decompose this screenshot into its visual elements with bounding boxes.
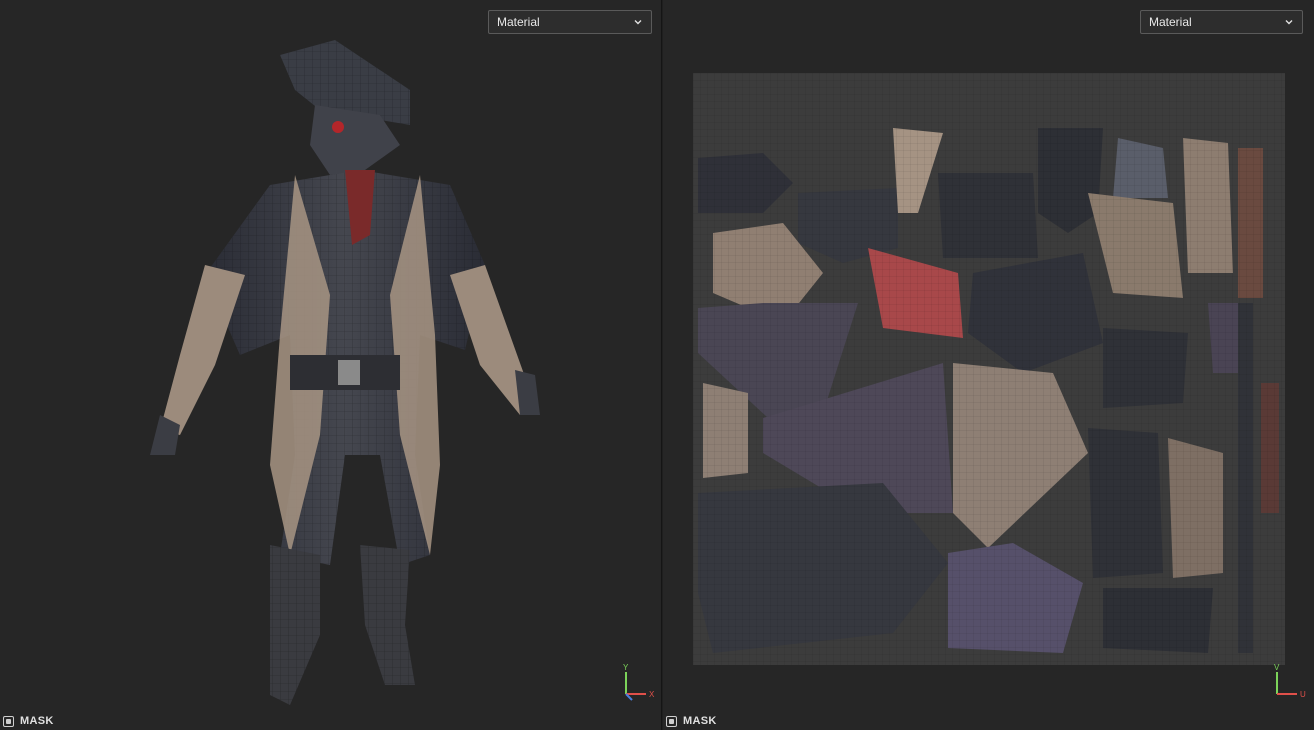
mask-label: MASK	[683, 715, 717, 727]
mask-checkbox[interactable]	[666, 715, 677, 727]
axis-gizmo-uv: V U	[1274, 663, 1306, 699]
viewport-2d-mode-label: Material	[1149, 15, 1192, 29]
character-model[interactable]	[120, 35, 560, 715]
model-legs	[270, 545, 415, 705]
chevron-down-icon	[634, 20, 642, 25]
axis-x-label: X	[649, 690, 655, 699]
axis-v-label: V	[1274, 663, 1280, 672]
viewport-2d-uv[interactable]: Material V U MASK	[663, 0, 1314, 730]
mask-checkbox[interactable]	[3, 715, 14, 727]
viewport-2d-mode-dropdown[interactable]: Material	[1140, 10, 1303, 34]
viewport-3d-mask-toggle[interactable]: MASK	[3, 715, 54, 727]
mask-label: MASK	[20, 715, 54, 727]
viewport-3d-mode-dropdown[interactable]: Material	[488, 10, 652, 34]
viewport-3d-mode-label: Material	[497, 15, 540, 29]
axis-y-label: Y	[623, 663, 629, 672]
texture-painter-app: Material Y X MASK Material V U MASK	[0, 0, 1314, 730]
model-coat	[205, 170, 485, 565]
viewport-3d[interactable]: Material Y X MASK	[0, 0, 662, 730]
uv-texture-sheet[interactable]	[693, 73, 1285, 665]
axis-gizmo-3d: Y X	[623, 663, 655, 701]
chevron-down-icon	[1285, 20, 1293, 25]
viewport-2d-mask-toggle[interactable]: MASK	[666, 715, 717, 727]
axis-u-label: U	[1300, 690, 1306, 699]
